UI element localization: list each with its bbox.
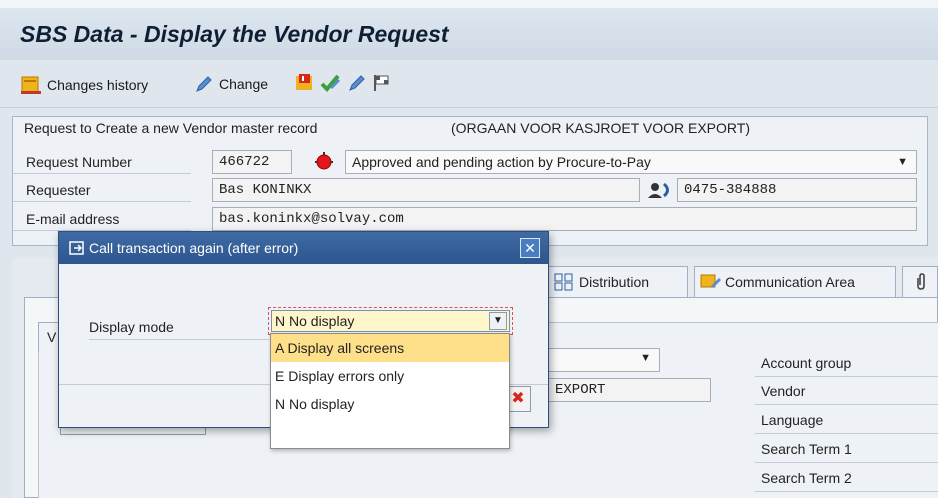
- organization-name: (ORGAAN VOOR KASJROET VOOR EXPORT): [451, 120, 750, 136]
- tab-attachments[interactable]: [902, 266, 938, 298]
- page-title: SBS Data - Display the Vendor Request: [20, 21, 449, 47]
- chevron-down-icon: ▼: [640, 352, 651, 364]
- option-display-all-screens[interactable]: A Display all screens: [271, 334, 509, 362]
- changes-history-icon: [21, 76, 41, 94]
- status-dropdown[interactable]: Approved and pending action by Procure-t…: [345, 150, 917, 174]
- dialog-title: Call transaction again (after error): [89, 240, 299, 256]
- tab-distribution-label: Distribution: [579, 274, 650, 290]
- email-field[interactable]: bas.koninkx@solvay.com: [212, 207, 917, 231]
- title-bar: SBS Data - Display the Vendor Request: [0, 8, 938, 60]
- tab-distribution[interactable]: Distribution: [548, 266, 688, 298]
- option-display-errors-only[interactable]: E Display errors only: [271, 362, 509, 390]
- tab-communication-area[interactable]: Communication Area: [694, 266, 896, 298]
- stop-sign-icon[interactable]: [294, 72, 316, 94]
- status-value: Approved and pending action by Procure-t…: [352, 154, 651, 170]
- vendor-name-field[interactable]: EXPORT: [548, 378, 711, 402]
- email-label: E-mail address: [13, 207, 191, 231]
- account-group-dropdown[interactable]: ▼: [548, 348, 660, 372]
- display-mode-options: A Display all screens E Display errors o…: [270, 333, 510, 449]
- edit-pencil-icon[interactable]: [346, 72, 368, 94]
- display-mode-label: Display mode: [89, 314, 269, 340]
- search-term-2-label: Search Term 2: [755, 464, 938, 492]
- change-button[interactable]: Change: [194, 74, 268, 94]
- display-mode-select[interactable]: N No display ▼: [271, 310, 510, 332]
- option-no-display[interactable]: N No display: [271, 390, 509, 418]
- chevron-down-icon: ▼: [897, 156, 908, 168]
- language-label: Language: [755, 406, 938, 434]
- search-term-1-label: Search Term 1: [755, 435, 938, 463]
- request-number-field[interactable]: 466722: [212, 150, 292, 174]
- requester-label: Requester: [13, 178, 191, 202]
- phone-field[interactable]: 0475-384888: [677, 178, 917, 202]
- application-toolbar: Changes history Change: [0, 60, 938, 108]
- request-description: Request to Create a new Vendor master re…: [24, 120, 318, 136]
- request-number-label: Request Number: [13, 150, 191, 174]
- tab-communication-label: Communication Area: [725, 274, 855, 290]
- account-group-label: Account group: [755, 349, 938, 377]
- close-icon[interactable]: ✕: [520, 238, 540, 258]
- dialog-title-bar: Call transaction again (after error) ✕: [59, 232, 548, 264]
- display-mode-selected: N No display: [275, 313, 355, 329]
- pencil-icon: [196, 76, 212, 92]
- changes-history-label: Changes history: [47, 77, 149, 93]
- vendor-label: Vendor: [755, 377, 938, 405]
- dialog-window-icon: [69, 241, 84, 255]
- chevron-down-icon[interactable]: ▼: [489, 312, 507, 330]
- changes-history-button[interactable]: Changes history: [20, 74, 148, 96]
- paperclip-icon: [917, 273, 925, 290]
- approve-check-icon[interactable]: [320, 72, 342, 94]
- distribution-icon: [554, 273, 573, 291]
- top-strip: [0, 0, 938, 8]
- flag-icon[interactable]: [371, 72, 393, 94]
- change-label: Change: [219, 76, 269, 92]
- phone-user-icon[interactable]: [647, 180, 673, 200]
- communication-icon: [700, 274, 722, 289]
- status-red-light-icon: [315, 152, 333, 170]
- requester-field[interactable]: Bas KONINKX: [212, 178, 640, 202]
